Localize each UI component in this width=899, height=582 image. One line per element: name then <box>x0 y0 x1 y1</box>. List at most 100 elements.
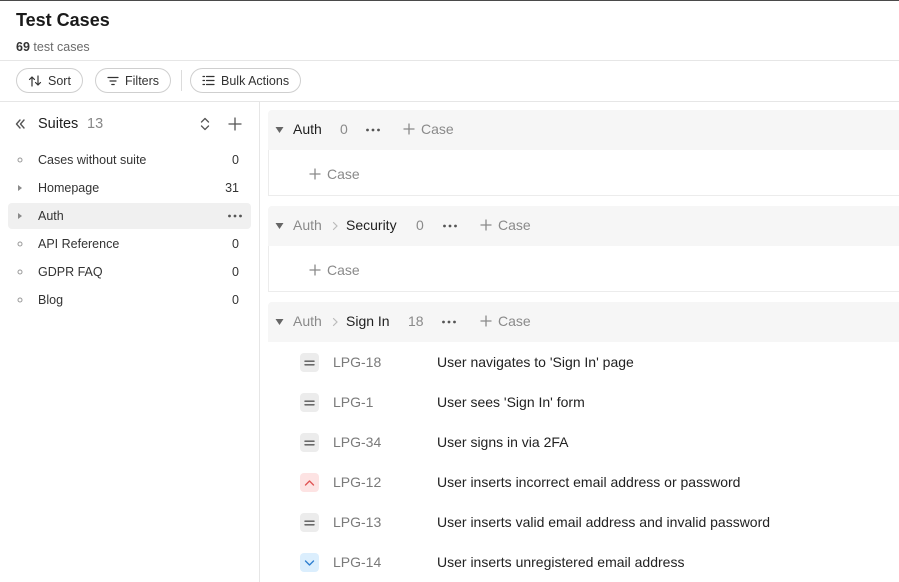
priority-badge <box>300 393 319 412</box>
case-count: 69 test cases <box>16 40 90 54</box>
sidebar-item-label: Homepage <box>38 181 100 195</box>
priority-high-icon <box>304 479 315 486</box>
suite-group-body: Case <box>268 150 899 196</box>
suites-title: Suites <box>38 116 79 132</box>
more-icon[interactable] <box>227 209 243 223</box>
plus-icon <box>309 168 321 180</box>
priority-badge <box>300 353 319 372</box>
toolbar-divider <box>181 70 182 91</box>
case-title[interactable]: User inserts incorrect email address or … <box>437 474 740 490</box>
expand-collapse-icon[interactable] <box>197 115 213 133</box>
bulk-actions-button[interactable]: Bulk Actions <box>190 68 302 93</box>
group-name: Security <box>346 217 397 233</box>
suite-group-header-sign-in[interactable]: Auth Sign In 18 Case <box>268 302 899 342</box>
empty-circle-icon <box>17 157 23 163</box>
suites-count: 13 <box>87 116 104 132</box>
empty-circle-icon <box>17 241 23 247</box>
plus-icon <box>309 264 321 276</box>
add-case-button[interactable]: Case <box>480 313 531 329</box>
case-id: LPG-34 <box>333 434 382 450</box>
sidebar-item-auth[interactable]: Auth <box>8 203 251 229</box>
sidebar-item-label: GDPR FAQ <box>38 265 103 279</box>
sort-button[interactable]: Sort <box>16 68 83 93</box>
page-header: Test Cases 69 test cases <box>0 1 899 61</box>
add-case-button[interactable]: Case <box>403 121 454 137</box>
more-icon[interactable] <box>441 316 457 328</box>
case-row[interactable]: LPG-14 User inserts unregistered email ad… <box>268 542 899 582</box>
list-check-icon <box>202 75 215 86</box>
add-suite-icon[interactable] <box>227 115 243 133</box>
sidebar-item-blog[interactable]: Blog 0 <box>8 287 251 313</box>
group-parent[interactable]: Auth <box>293 217 322 233</box>
case-row[interactable]: LPG-12 User inserts incorrect email addre… <box>268 462 899 502</box>
expand-arrow-icon[interactable] <box>16 184 24 192</box>
more-icon[interactable] <box>365 124 381 136</box>
group-count: 0 <box>340 121 348 137</box>
filters-button[interactable]: Filters <box>95 68 172 93</box>
page-title: Test Cases <box>16 10 110 30</box>
sidebar-item-count: 0 <box>232 153 239 167</box>
collapse-sidebar-icon[interactable] <box>12 116 28 132</box>
plus-icon <box>403 123 415 135</box>
add-case-label: Case <box>498 313 531 329</box>
case-title[interactable]: User inserts valid email address and inv… <box>437 514 770 530</box>
case-row[interactable]: LPG-34 User signs in via 2FA <box>268 422 899 462</box>
group-name: Sign In <box>346 313 390 329</box>
sort-icon <box>28 74 42 87</box>
suites-header: Suites 13 <box>0 112 259 138</box>
sidebar-item-label: Blog <box>38 293 64 307</box>
group-count: 18 <box>408 313 424 329</box>
case-title[interactable]: User inserts unregistered email address <box>437 554 684 570</box>
add-case-row-button[interactable]: Case <box>309 166 360 182</box>
sidebar-item-gdpr-faq[interactable]: GDPR FAQ 0 <box>8 259 251 285</box>
case-id: LPG-1 <box>333 394 374 410</box>
case-id: LPG-12 <box>333 474 382 490</box>
add-case-label: Case <box>421 121 454 137</box>
group-name: Auth <box>293 121 322 137</box>
bulk-actions-label: Bulk Actions <box>221 73 290 88</box>
suite-group-header-auth[interactable]: Auth 0 Case <box>268 110 899 150</box>
filters-label: Filters <box>125 73 160 88</box>
sidebar-item-count: 0 <box>232 265 239 279</box>
sidebar-item-homepage[interactable]: Homepage 31 <box>8 175 251 201</box>
sidebar-item-count: 0 <box>232 293 239 307</box>
case-title[interactable]: User navigates to 'Sign In' page <box>437 354 634 370</box>
case-id: LPG-14 <box>333 554 382 570</box>
case-id: LPG-18 <box>333 354 382 370</box>
filter-icon <box>107 76 119 85</box>
caret-down-icon[interactable] <box>275 318 284 326</box>
priority-badge <box>300 513 319 532</box>
priority-low-icon <box>304 559 315 566</box>
case-count-number: 69 <box>16 40 30 54</box>
add-case-button[interactable]: Case <box>480 217 531 233</box>
suite-group-header-security[interactable]: Auth Security 0 Case <box>268 206 899 246</box>
priority-badge <box>300 473 319 492</box>
priority-normal-icon <box>304 440 315 445</box>
cases-panel: Auth 0 Case Case Auth Security 0 Case Ca… <box>268 102 899 582</box>
expand-arrow-icon[interactable] <box>16 212 24 220</box>
chevron-right-icon <box>332 317 338 327</box>
sidebar-item-label: API Reference <box>38 237 120 251</box>
chevron-right-icon <box>332 221 338 231</box>
priority-badge <box>300 553 319 572</box>
plus-icon <box>480 315 492 327</box>
case-row[interactable]: LPG-1 User sees 'Sign In' form <box>268 382 899 422</box>
group-parent[interactable]: Auth <box>293 313 322 329</box>
sort-label: Sort <box>48 73 71 88</box>
empty-circle-icon <box>17 269 23 275</box>
suites-sidebar: Suites 13 Cases without suite 0 Homepage 31… <box>0 102 260 582</box>
sidebar-item-api-reference[interactable]: API Reference 0 <box>8 231 251 257</box>
sidebar-item-label: Auth <box>38 209 64 223</box>
case-row[interactable]: LPG-13 User inserts valid email address a… <box>268 502 899 542</box>
add-case-label: Case <box>327 166 360 182</box>
more-icon[interactable] <box>442 220 458 232</box>
case-title[interactable]: User signs in via 2FA <box>437 434 569 450</box>
sidebar-item-cases-without-suite[interactable]: Cases without suite 0 <box>8 147 251 173</box>
case-row[interactable]: LPG-18 User navigates to 'Sign In' page <box>268 342 899 382</box>
case-title[interactable]: User sees 'Sign In' form <box>437 394 585 410</box>
sidebar-item-count: 31 <box>225 181 239 195</box>
caret-down-icon[interactable] <box>275 222 284 230</box>
plus-icon <box>480 219 492 231</box>
add-case-row-button[interactable]: Case <box>309 262 360 278</box>
caret-down-icon[interactable] <box>275 126 284 134</box>
